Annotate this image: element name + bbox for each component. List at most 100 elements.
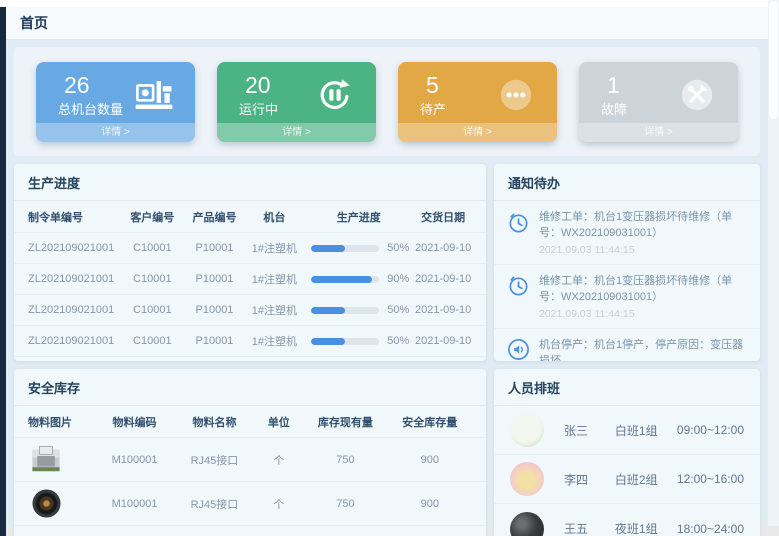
inventory-row[interactable]: M100001 RJ45接口 个 750 900 xyxy=(14,437,486,481)
stat-detail-link[interactable]: 详情 > xyxy=(398,123,557,142)
col-customer-no: 客户编号 xyxy=(121,209,183,225)
notice-time: 2021.09.03 11:44:15 xyxy=(539,244,748,256)
safety-stock: 900 xyxy=(388,454,472,466)
stat-label: 故障 xyxy=(601,99,627,118)
material-code: M100001 xyxy=(95,498,175,510)
machine-name: 1#注塑机 xyxy=(246,302,304,318)
stat-value: 1 xyxy=(601,72,627,98)
schedule-row[interactable]: 王五 夜班1组 18:00~24:00 xyxy=(494,504,760,536)
stat-card-pending[interactable]: 5 待产 详情 > xyxy=(398,62,557,142)
product-no: P10001 xyxy=(183,273,245,285)
product-no: P10001 xyxy=(183,242,245,254)
vertical-scrollbar[interactable] xyxy=(768,0,779,526)
customer-no: C10001 xyxy=(121,273,183,285)
avatar-wangwu xyxy=(510,512,544,536)
progress-label: 90% xyxy=(387,273,409,285)
stat-detail-link[interactable]: 详情 > xyxy=(579,123,738,142)
customer-no: C10001 xyxy=(121,304,183,316)
safety-stock-panel: 安全库存 物料图片 物料编码 物料名称 单位 库存现有量 安全库存量 xyxy=(14,369,486,536)
person-name: 张三 xyxy=(564,422,615,439)
progress-bar xyxy=(311,245,379,252)
notice-item[interactable]: 维修工单：机台1变压器损坏待维修（单号：WX202109031001） 2021… xyxy=(494,201,760,265)
notice-item[interactable]: 维修工单：机台1变压器损坏待维修（单号：WX202109031001） 2021… xyxy=(494,265,760,329)
stat-label: 待产 xyxy=(420,99,446,118)
schedule-row[interactable]: 李四 白班2组 12:00~16:00 xyxy=(494,455,760,504)
delivery-date: 2021-09-10 xyxy=(414,242,472,254)
panel-title: 安全库存 xyxy=(14,369,486,406)
stat-label: 总机台数量 xyxy=(58,99,123,118)
progress-bar xyxy=(311,307,379,314)
unit: 个 xyxy=(254,452,303,468)
col-material-image: 物料图片 xyxy=(28,414,95,430)
personnel-schedule-panel: 人员排班 张三 白班1组 09:00~12:00 李四 白班2组 12:00~1… xyxy=(494,369,760,536)
production-row[interactable]: ZL202109021001 C10001 P10001 1#注塑机 50% 2… xyxy=(14,356,486,361)
product-no: P10001 xyxy=(183,304,245,316)
delivery-date: 2021-09-10 xyxy=(414,335,472,347)
panel-title: 生产进度 xyxy=(14,164,486,201)
progress-bar xyxy=(311,276,379,283)
panel-title: 人员排班 xyxy=(494,369,760,406)
customer-no: C10001 xyxy=(121,242,183,254)
clock-icon xyxy=(506,210,530,234)
product-no: P10001 xyxy=(183,335,245,347)
dashboard-content: 26 总机台数量 详情 > xyxy=(6,40,768,526)
notice-item[interactable]: 机台停产：机台1停产，停产原因：变压器损坏 2021.09.03 11:44:1… xyxy=(494,329,760,361)
notice-text: 机台停产：机台1停产，停产原因：变压器损坏 xyxy=(539,338,748,361)
cone-speaker-image xyxy=(28,531,64,536)
speaker-icon xyxy=(506,338,530,361)
clock-icon xyxy=(506,274,530,298)
material-name: RJ45接口 xyxy=(175,496,255,512)
avatar-zhangsan xyxy=(510,413,544,447)
material-name: RJ45接口 xyxy=(175,452,255,468)
safety-stock: 900 xyxy=(388,498,472,510)
panel-title: 通知待办 xyxy=(494,164,760,201)
col-machine: 机台 xyxy=(246,209,304,225)
col-progress: 生产进度 xyxy=(303,209,414,225)
order-no: ZL202109021001 xyxy=(28,304,121,316)
order-no: ZL202109021001 xyxy=(28,242,121,254)
scrollbar-thumb[interactable] xyxy=(769,1,778,119)
stat-card-total-machines[interactable]: 26 总机台数量 详情 > xyxy=(36,62,195,142)
stat-card-fault[interactable]: 1 故障 xyxy=(579,62,738,142)
page-title: 首页 xyxy=(20,13,48,33)
current-stock: 750 xyxy=(303,498,387,510)
production-progress-panel: 生产进度 制令单编号 客户编号 产品编号 机台 生产进度 交货日期 ZL2021… xyxy=(14,164,486,361)
order-no: ZL202109021001 xyxy=(28,335,121,347)
rj45-connector-image xyxy=(28,443,64,477)
stat-detail-link[interactable]: 详情 > xyxy=(217,123,376,142)
progress-label: 50% xyxy=(387,335,409,347)
schedule-row[interactable]: 张三 白班1组 09:00~12:00 xyxy=(494,406,760,455)
col-safety-stock: 安全库存量 xyxy=(388,414,472,430)
unit: 个 xyxy=(254,496,303,512)
delivery-date: 2021-09-10 xyxy=(414,273,472,285)
col-delivery-date: 交货日期 xyxy=(414,209,472,225)
production-row[interactable]: ZL202109021001 C10001 P10001 1#注塑机 50% 2… xyxy=(14,232,486,263)
stat-card-running[interactable]: 20 运行中 详情 > xyxy=(217,62,376,142)
stat-detail-link[interactable]: 详情 > xyxy=(36,123,195,142)
shift-name: 白班2组 xyxy=(615,471,677,488)
running-icon xyxy=(314,75,356,115)
current-stock: 750 xyxy=(303,454,387,466)
col-material-code: 物料编码 xyxy=(95,414,175,430)
col-material-name: 物料名称 xyxy=(175,414,255,430)
stat-value: 20 xyxy=(239,72,278,98)
col-current-stock: 库存现有量 xyxy=(303,414,387,430)
notice-time: 2021.09.03 11:44:15 xyxy=(539,308,748,320)
col-unit: 单位 xyxy=(254,414,303,430)
production-row[interactable]: ZL202109021001 C10001 P10001 1#注塑机 50% 2… xyxy=(14,325,486,356)
shift-name: 白班1组 xyxy=(615,422,677,439)
inventory-row[interactable]: M100001 RJ45接口 个 750 900 xyxy=(14,481,486,525)
production-row[interactable]: ZL202109021001 C10001 P10001 1#注塑机 90% 2… xyxy=(14,263,486,294)
machine-name: 1#注塑机 xyxy=(246,333,304,349)
delivery-date: 2021-09-10 xyxy=(414,304,472,316)
shift-time: 18:00~24:00 xyxy=(677,522,744,536)
page-header: 首页 xyxy=(6,7,768,40)
fault-icon xyxy=(676,75,718,115)
notice-text: 维修工单：机台1变压器损坏待维修（单号：WX202109031001） xyxy=(539,274,748,306)
shift-time: 09:00~12:00 xyxy=(677,423,744,437)
progress-bar xyxy=(311,338,379,345)
stat-label: 运行中 xyxy=(239,99,278,118)
machine-name: 1#注塑机 xyxy=(246,271,304,287)
production-row[interactable]: ZL202109021001 C10001 P10001 1#注塑机 50% 2… xyxy=(14,294,486,325)
inventory-row[interactable]: M100001 RJ45接口 个 750 900 xyxy=(14,525,486,536)
